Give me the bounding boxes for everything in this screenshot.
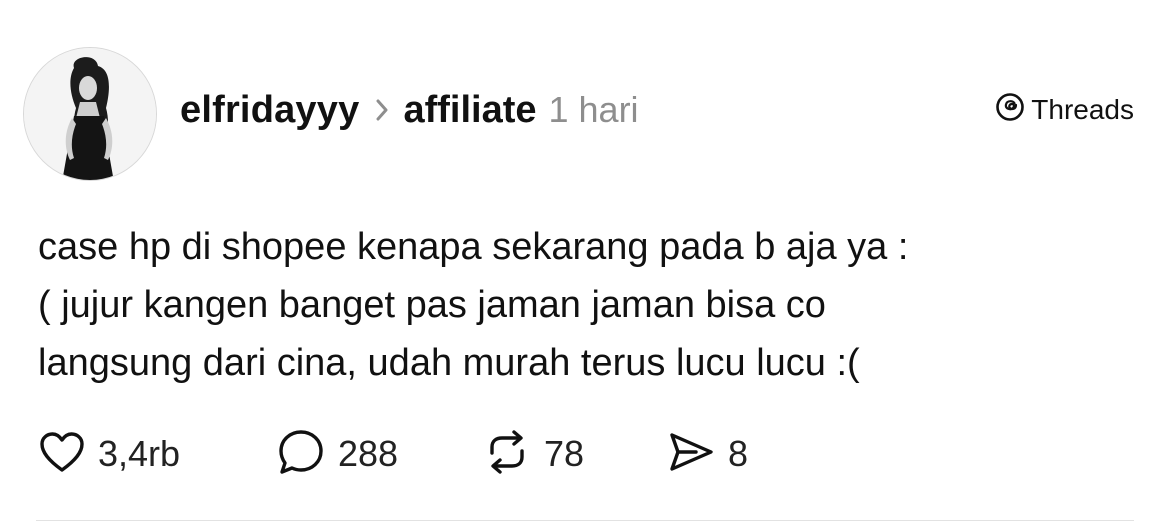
chevron-right-icon xyxy=(375,98,389,122)
comment-icon xyxy=(276,428,326,481)
like-button[interactable]: 3,4rb xyxy=(38,430,276,479)
like-count: 3,4rb xyxy=(98,433,181,474)
reply-count: 288 xyxy=(338,433,399,474)
share-count: 8 xyxy=(728,433,749,474)
share-button[interactable]: 8 xyxy=(666,430,786,479)
post-text: case hp di shopee kenapa sekarang pada b… xyxy=(38,226,909,384)
profile-photo xyxy=(24,48,156,180)
threads-post: elfridayyy affiliate 1 hari Threads case… xyxy=(0,0,1170,526)
avatar[interactable] xyxy=(23,47,157,181)
action-bar: 3,4rb 288 78 8 xyxy=(38,426,786,482)
repost-icon xyxy=(482,429,532,480)
post-timestamp: 1 hari xyxy=(548,89,639,130)
threads-brand: Threads xyxy=(995,92,1134,127)
username-link[interactable]: elfridayyy xyxy=(180,89,359,132)
reply-button[interactable]: 288 xyxy=(276,428,482,481)
divider xyxy=(36,520,1134,521)
repost-button[interactable]: 78 xyxy=(482,429,666,480)
heart-icon xyxy=(38,430,86,479)
threads-label: Threads xyxy=(1031,93,1134,125)
post-header: elfridayyy affiliate 1 hari xyxy=(180,84,639,136)
repost-count: 78 xyxy=(544,433,585,474)
community-link[interactable]: affiliate xyxy=(403,89,536,132)
send-icon xyxy=(666,430,716,479)
threads-logo-icon xyxy=(995,92,1025,127)
